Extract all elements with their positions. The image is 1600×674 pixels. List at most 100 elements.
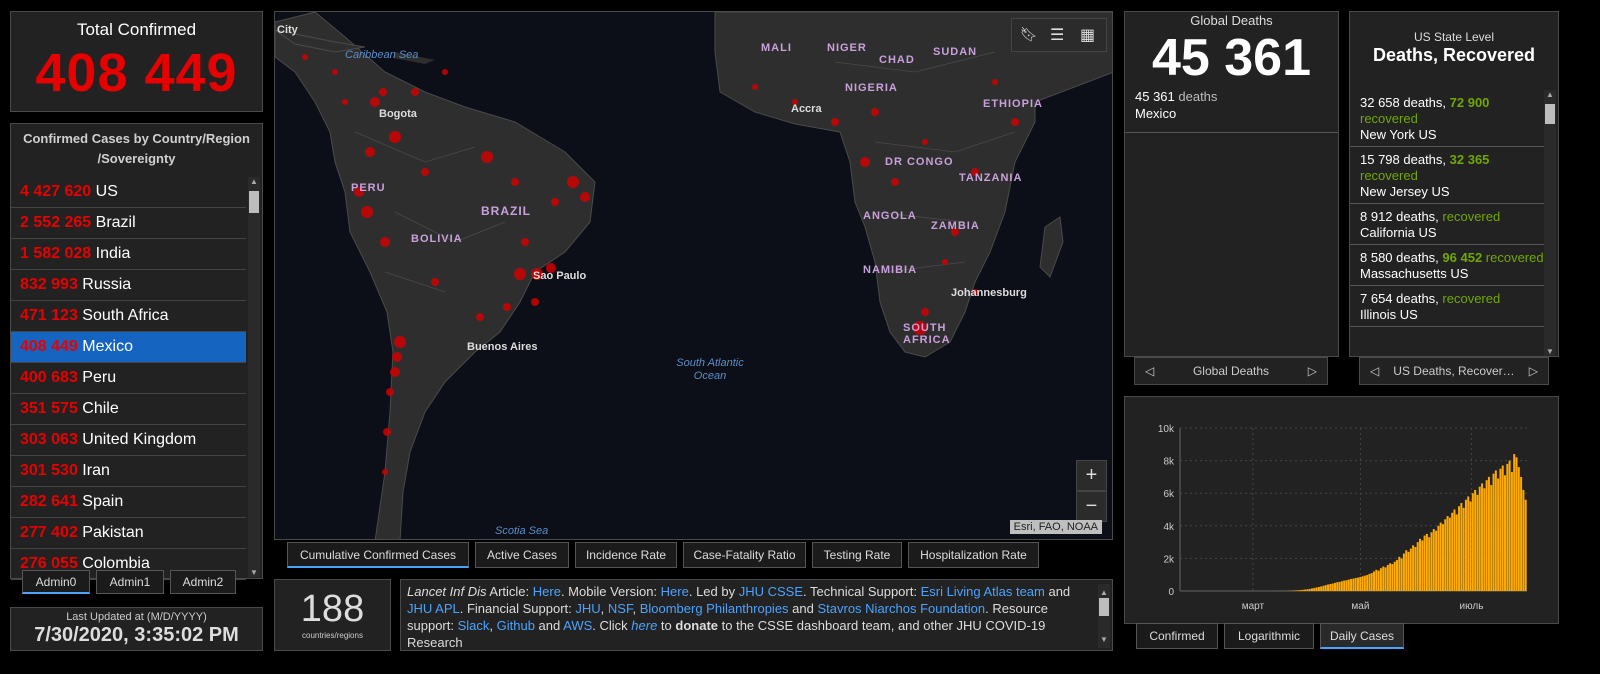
country-row[interactable]: 303 063 United Kingdom (11, 425, 246, 456)
tab-confirmed[interactable]: Confirmed (1136, 623, 1218, 649)
daily-cases-bar[interactable] (1396, 560, 1399, 591)
us-state-row[interactable]: 32 658 deaths, 72 900 recovered New York … (1350, 90, 1544, 147)
daily-cases-bar[interactable] (1425, 533, 1428, 591)
daily-cases-bar[interactable] (1366, 575, 1369, 591)
daily-cases-bar[interactable] (1340, 581, 1343, 591)
daily-cases-bar[interactable] (1515, 457, 1518, 591)
scroll-down-icon[interactable]: ▼ (1099, 631, 1109, 648)
daily-cases-bar[interactable] (1492, 473, 1495, 591)
daily-cases-bar[interactable] (1522, 489, 1525, 591)
case-bubble[interactable] (379, 88, 387, 96)
country-row[interactable]: 400 683 Peru (11, 363, 246, 394)
donate-here-link[interactable]: here (631, 618, 657, 633)
jhu-csse-link[interactable]: JHU CSSE (739, 584, 803, 599)
daily-cases-bar[interactable] (1379, 568, 1382, 591)
scroll-down-icon[interactable]: ▼ (1545, 347, 1555, 356)
tab-admin1[interactable]: Admin1 (96, 570, 164, 594)
case-bubble[interactable] (514, 268, 526, 280)
daily-cases-bar[interactable] (1370, 573, 1373, 591)
daily-cases-bar[interactable] (1458, 506, 1461, 591)
daily-cases-bar[interactable] (1382, 566, 1385, 591)
zoom-out-button[interactable]: − (1076, 491, 1107, 522)
case-bubble[interactable] (442, 69, 448, 75)
daily-cases-bar[interactable] (1455, 514, 1458, 591)
case-bubble[interactable] (481, 151, 493, 163)
daily-cases-bar[interactable] (1423, 535, 1426, 591)
daily-cases-bar[interactable] (1439, 522, 1442, 591)
tab-admin2[interactable]: Admin2 (170, 570, 236, 594)
daily-cases-bar[interactable] (1299, 590, 1302, 591)
daily-cases-bar[interactable] (1356, 577, 1359, 591)
daily-cases-bar[interactable] (1389, 563, 1392, 591)
daily-cases-bar[interactable] (1363, 575, 1366, 591)
daily-cases-bar[interactable] (1373, 571, 1376, 591)
daily-cases-bar[interactable] (1418, 538, 1421, 591)
jhu-apl-link[interactable]: JHU APL (407, 601, 460, 616)
daily-cases-bar[interactable] (1405, 550, 1408, 591)
daily-cases-bar[interactable] (1315, 587, 1318, 591)
daily-cases-bar[interactable] (1350, 578, 1353, 591)
case-bubble[interactable] (752, 84, 758, 90)
daily-cases-bar[interactable] (1490, 485, 1493, 591)
chevron-right-icon[interactable]: ▷ (1308, 358, 1317, 384)
case-bubble[interactable] (332, 69, 338, 75)
daily-cases-bar[interactable] (1391, 564, 1394, 591)
us-state-row[interactable]: 7 654 deaths, recovered Illinois US (1350, 286, 1544, 327)
case-bubble[interactable] (921, 308, 929, 316)
daily-cases-bar[interactable] (1304, 589, 1307, 591)
jhu-link[interactable]: JHU (575, 601, 600, 616)
daily-cases-bar[interactable] (1320, 586, 1323, 591)
daily-cases-bar[interactable] (1331, 583, 1334, 592)
qr-icon[interactable]: ▦ (1080, 25, 1095, 45)
case-bubble[interactable] (365, 147, 375, 157)
daily-cases-bar[interactable] (1308, 588, 1311, 591)
aws-link[interactable]: AWS (563, 618, 592, 633)
country-row[interactable]: 471 123 South Africa (11, 301, 246, 332)
daily-cases-bar[interactable] (1494, 470, 1497, 591)
daily-cases-bar[interactable] (1471, 493, 1474, 591)
case-bubble[interactable] (922, 139, 928, 145)
daily-cases-bar[interactable] (1402, 553, 1405, 591)
us-state-row[interactable]: 15 798 deaths, 32 365 recovered New Jerse… (1350, 147, 1544, 204)
daily-cases-bar[interactable] (1432, 529, 1435, 591)
daily-cases-bar[interactable] (1329, 583, 1332, 591)
tab-hospitalization-rate[interactable]: Hospitalization Rate (908, 542, 1039, 568)
daily-cases-bar[interactable] (1441, 524, 1444, 591)
daily-cases-bar[interactable] (1524, 499, 1527, 591)
case-bubble[interactable] (394, 336, 406, 348)
daily-cases-bar[interactable] (1343, 580, 1346, 591)
daily-cases-bar[interactable] (1347, 579, 1350, 591)
chevron-left-icon[interactable]: ◁ (1145, 358, 1154, 384)
github-link[interactable]: Github (497, 618, 535, 633)
daily-cases-bar[interactable] (1361, 576, 1364, 591)
daily-cases-bar[interactable] (1478, 486, 1481, 591)
daily-cases-bar[interactable] (1414, 546, 1417, 591)
daily-cases-bar[interactable] (1359, 576, 1362, 591)
daily-cases-bar[interactable] (1327, 584, 1330, 591)
scroll-thumb[interactable] (249, 191, 259, 213)
daily-cases-bar[interactable] (1481, 483, 1484, 591)
us-state-row[interactable]: 8 580 deaths, 96 452 recovered Massachuse… (1350, 245, 1544, 286)
daily-cases-bar[interactable] (1336, 582, 1339, 591)
country-row[interactable]: 1 582 028 India (11, 239, 246, 270)
daily-cases-bar[interactable] (1306, 589, 1309, 591)
daily-cases-bar[interactable] (1412, 545, 1415, 591)
daily-cases-bar[interactable] (1464, 499, 1467, 591)
daily-cases-bar[interactable] (1338, 581, 1341, 591)
tab-daily-cases[interactable]: Daily Cases (1320, 623, 1404, 649)
list-icon[interactable]: ☰ (1050, 25, 1064, 45)
case-bubble[interactable] (302, 54, 308, 60)
daily-cases-bar[interactable] (1313, 587, 1316, 591)
tab-logarithmic[interactable]: Logarithmic (1224, 623, 1314, 649)
case-bubble[interactable] (511, 178, 519, 186)
country-row[interactable]: 282 641 Spain (11, 487, 246, 518)
daily-cases-bar[interactable] (1428, 537, 1431, 591)
daily-cases-bar[interactable] (1448, 517, 1451, 591)
daily-cases-bar[interactable] (1301, 589, 1304, 591)
scroll-thumb[interactable] (1099, 598, 1109, 616)
daily-cases-bar[interactable] (1499, 468, 1502, 591)
daily-cases-bar[interactable] (1416, 542, 1419, 591)
map-canvas[interactable] (275, 12, 1113, 540)
tab-case-fatality[interactable]: Case-Fatality Ratio (683, 542, 806, 568)
daily-cases-bar[interactable] (1474, 489, 1477, 591)
